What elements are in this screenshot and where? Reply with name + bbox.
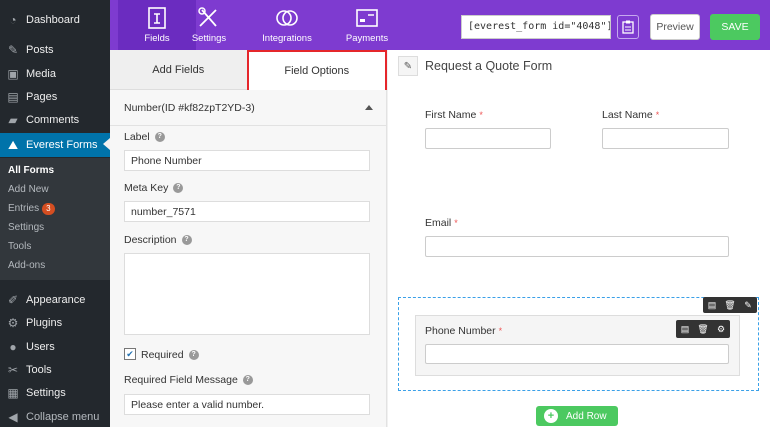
tab-payments[interactable]: Payments: [328, 0, 406, 50]
sidebar-item-settings[interactable]: ▦ Settings: [0, 382, 110, 404]
fields-icon: [148, 7, 166, 29]
submenu-tools[interactable]: Tools: [8, 241, 31, 252]
submenu-add-ons[interactable]: Add-ons: [8, 260, 45, 271]
description-option-label: Description?: [124, 234, 192, 246]
collapse-caret-icon[interactable]: [365, 105, 373, 110]
comments-icon: ▰: [8, 113, 18, 127]
help-icon[interactable]: ?: [154, 132, 165, 142]
add-row-button[interactable]: + Add Row: [536, 406, 618, 426]
tools-icon: ✂: [7, 363, 19, 377]
entries-count-badge: 3: [42, 203, 55, 215]
settings-tools-icon: [198, 7, 217, 27]
sidebar-item-comments[interactable]: ▰ Comments: [0, 109, 110, 131]
required-message-input[interactable]: Please enter a valid number.: [124, 394, 370, 415]
help-icon[interactable]: ?: [242, 375, 253, 385]
sidebar-item-plugins[interactable]: ⚙ Plugins: [0, 312, 110, 334]
field-section-header[interactable]: Number(ID #kf82zpT2YD-3): [110, 90, 387, 126]
email-label: Email *: [425, 217, 458, 229]
sidebar-item-users[interactable]: ● Users: [0, 336, 110, 358]
duplicate-field-icon[interactable]: ▤: [676, 321, 694, 337]
submenu-add-new[interactable]: Add New: [8, 184, 49, 195]
tab-integrations[interactable]: Integrations: [248, 0, 326, 50]
label-input[interactable]: Phone Number: [124, 150, 370, 171]
pages-icon: ▤: [7, 90, 19, 104]
last-name-input[interactable]: [602, 128, 729, 149]
tab-settings[interactable]: Settings: [170, 0, 248, 50]
clipboard-icon: [622, 20, 634, 34]
required-message-option-label: Required Field Message?: [124, 374, 253, 386]
everest-forms-icon: ⛰: [7, 137, 19, 152]
media-icon: ▣: [7, 67, 19, 81]
sidebar-item-posts[interactable]: ✎ Posts: [0, 39, 110, 61]
collapse-icon: ◀: [8, 410, 18, 424]
plugins-icon: ⚙: [7, 316, 19, 330]
save-button[interactable]: SAVE: [710, 14, 760, 40]
duplicate-row-icon[interactable]: ▤: [703, 297, 721, 313]
integrations-icon: [276, 10, 298, 26]
first-name-label: First Name *: [425, 109, 483, 121]
pin-icon: ✎: [7, 43, 19, 57]
form-builder-canvas: ✎ Request a Quote Form First Name * Last …: [388, 50, 770, 427]
submenu-entries[interactable]: Entries 3: [8, 203, 55, 215]
settings-icon: ▦: [7, 386, 19, 400]
description-textarea[interactable]: [124, 253, 370, 335]
field-settings-gear-icon[interactable]: ⚙: [712, 321, 730, 337]
field-id-title: Number(ID #kf82zpT2YD-3): [124, 101, 255, 114]
copy-shortcode-button[interactable]: [617, 15, 639, 39]
label-option-label: Label?: [124, 131, 165, 143]
metakey-option-label: Meta Key?: [124, 182, 184, 194]
sidebar-item-everest-forms[interactable]: ⛰ Everest Forms: [0, 133, 110, 157]
users-icon: ●: [9, 340, 17, 354]
submenu-settings[interactable]: Settings: [8, 222, 44, 233]
sidebar-item-pages[interactable]: ▤ Pages: [0, 86, 110, 108]
wp-admin-sidebar: ◔ Dashboard ✎ Posts ▣ Media ▤ Pages ▰ Comment…: [0, 0, 110, 427]
edit-title-pencil-icon[interactable]: ✎: [398, 56, 418, 76]
email-input[interactable]: [425, 236, 729, 257]
delete-row-icon[interactable]: 🗑: [721, 297, 739, 313]
shortcode-field[interactable]: [everest_form id="4048"]: [461, 15, 611, 39]
tab-field-options[interactable]: Field Options: [246, 50, 387, 90]
sidebar-item-tools[interactable]: ✂ Tools: [0, 359, 110, 381]
submenu-all-forms[interactable]: All Forms: [8, 165, 54, 176]
delete-field-icon[interactable]: 🗑: [694, 321, 712, 337]
everest-forms-submenu: All Forms Add New Entries 3 Settings Tool…: [0, 158, 110, 280]
edit-row-icon[interactable]: ✎: [739, 297, 757, 313]
required-option-label: Required?: [141, 349, 199, 361]
field-options-panel: Add Fields Field Options Number(ID #kf82…: [110, 50, 387, 427]
appearance-icon: ✐: [7, 293, 19, 307]
sidebar-item-appearance[interactable]: ✐ Appearance: [0, 289, 110, 311]
phone-number-label: Phone Number *: [425, 325, 503, 337]
field-toolbar: ▤ 🗑 ⚙: [676, 320, 730, 338]
help-icon[interactable]: ?: [181, 235, 192, 245]
form-title-row: ✎ Request a Quote Form: [398, 55, 552, 77]
phone-number-input[interactable]: [425, 344, 729, 364]
help-icon[interactable]: ?: [188, 350, 199, 360]
plus-icon: +: [544, 409, 558, 423]
required-checkbox[interactable]: ✔: [124, 348, 136, 360]
help-icon[interactable]: ?: [173, 183, 184, 193]
collapse-menu-button[interactable]: ◀ Collapse menu: [0, 406, 110, 427]
dashboard-icon: ◔: [9, 13, 17, 27]
panel-tabs: Add Fields Field Options: [110, 50, 387, 90]
sidebar-item-media[interactable]: ▣ Media: [0, 63, 110, 85]
payments-icon: [356, 9, 378, 27]
first-name-input[interactable]: [425, 128, 551, 149]
row-toolbar: ▤ 🗑 ✎: [703, 297, 757, 313]
form-title: Request a Quote Form: [425, 59, 553, 73]
tab-add-fields[interactable]: Add Fields: [110, 50, 247, 90]
preview-button[interactable]: Preview: [650, 14, 700, 40]
metakey-input[interactable]: number_7571: [124, 201, 370, 222]
last-name-label: Last Name *: [602, 109, 660, 121]
sidebar-item-dashboard[interactable]: ◔ Dashboard: [0, 9, 110, 31]
